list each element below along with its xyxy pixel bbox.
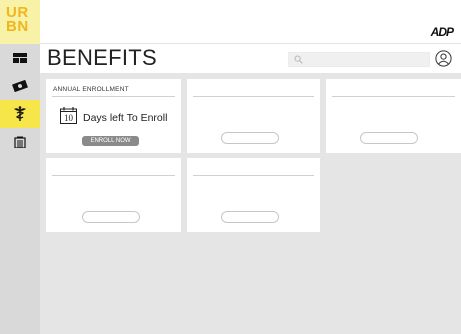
- tile-divider: [193, 175, 314, 176]
- tile-placeholder[interactable]: [326, 79, 461, 153]
- search-icon: [294, 55, 303, 64]
- benefits-content: ANNUAL ENROLLMENT 10 Days left To Enroll…: [40, 73, 461, 334]
- tile-divider: [52, 175, 175, 176]
- calendar-icon: 10: [60, 107, 77, 124]
- sidebar-item-pay[interactable]: [0, 72, 40, 100]
- sidebar-item-company[interactable]: [0, 128, 40, 156]
- calendar-day: 10: [64, 113, 74, 123]
- tile-button[interactable]: [221, 132, 279, 144]
- tile-placeholder[interactable]: [187, 79, 320, 153]
- sidebar-item-dashboard[interactable]: [0, 44, 40, 72]
- enroll-now-button[interactable]: ENROLL NOW: [82, 136, 139, 146]
- tile-placeholder[interactable]: [46, 158, 181, 232]
- adp-logo: ADP: [430, 25, 454, 39]
- sidebar-item-benefits[interactable]: [0, 100, 40, 128]
- building-icon: [14, 136, 26, 148]
- tile-button[interactable]: [360, 132, 418, 144]
- logo-line-2: BN: [6, 18, 29, 35]
- money-icon: [12, 80, 28, 92]
- tile-placeholder[interactable]: [187, 158, 320, 232]
- tile-divider: [332, 96, 455, 97]
- tile-divider: [52, 96, 175, 97]
- tile-divider: [193, 96, 314, 97]
- tile-annual-enrollment[interactable]: ANNUAL ENROLLMENT 10 Days left To Enroll…: [46, 79, 181, 153]
- top-bar: UR BN ADP: [0, 0, 461, 44]
- user-avatar-icon[interactable]: [435, 50, 452, 67]
- urbn-logo[interactable]: UR BN: [0, 0, 40, 44]
- caduceus-icon: [14, 106, 26, 121]
- page-title: BENEFITS: [47, 45, 157, 70]
- page-header: BENEFITS: [40, 44, 461, 73]
- days-left-text: Days left To Enroll: [83, 112, 168, 124]
- dashboard-icon: [13, 53, 27, 63]
- tile-button[interactable]: [82, 211, 140, 223]
- sidebar: [0, 44, 40, 334]
- search-input[interactable]: [288, 52, 430, 67]
- tile-button[interactable]: [221, 211, 279, 223]
- tile-title: ANNUAL ENROLLMENT: [53, 86, 129, 93]
